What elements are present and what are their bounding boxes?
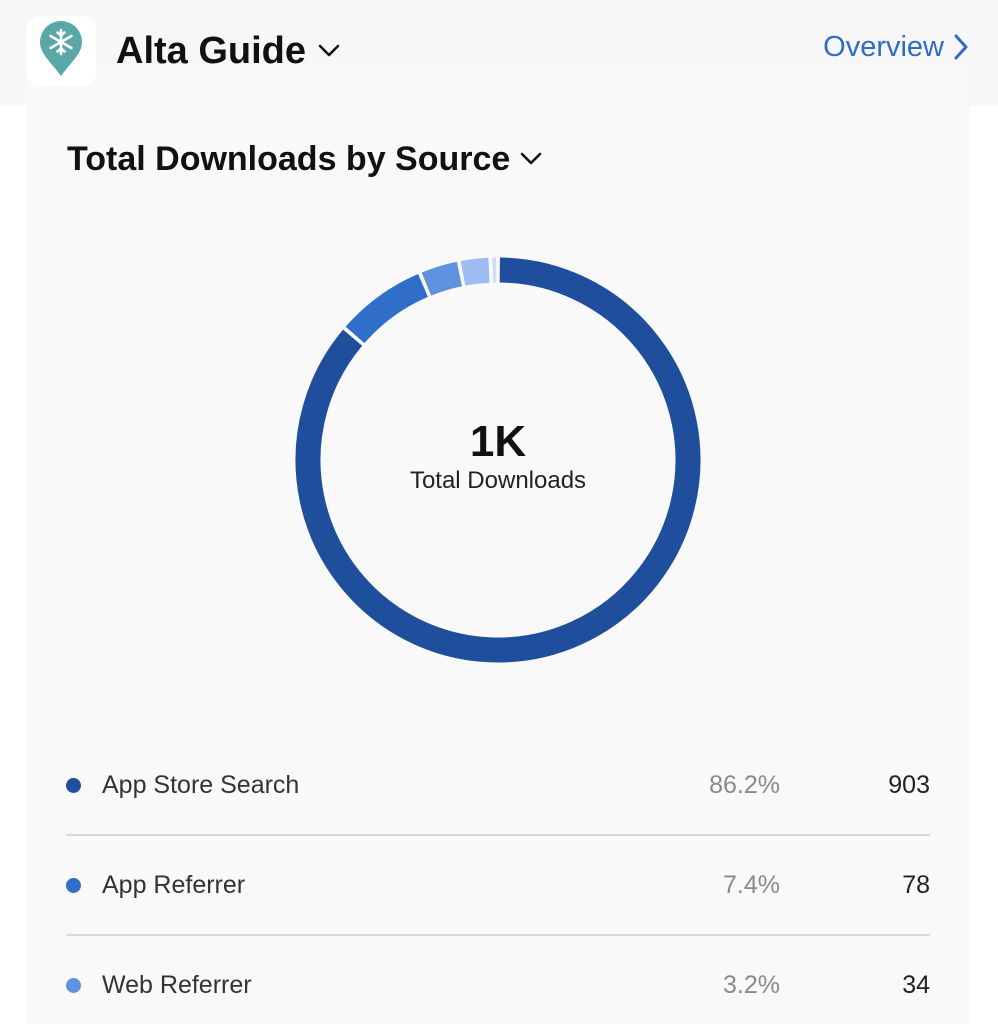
legend-percent: 7.4% xyxy=(723,870,780,900)
legend-dot xyxy=(66,878,81,893)
legend-count: 903 xyxy=(888,770,930,800)
app-name: Alta Guide xyxy=(116,28,306,74)
legend-percent: 3.2% xyxy=(723,970,780,1000)
legend-count: 34 xyxy=(902,970,930,1000)
chart-title-selector[interactable]: Total Downloads by Source xyxy=(67,138,542,180)
legend-count: 78 xyxy=(902,870,930,900)
legend-label: Web Referrer xyxy=(102,970,252,1000)
legend-label: App Referrer xyxy=(102,870,245,900)
legend-label: App Store Search xyxy=(102,770,299,800)
overview-label: Overview xyxy=(823,28,944,66)
donut-slice-web-referrer[interactable] xyxy=(426,274,459,284)
chart-title: Total Downloads by Source xyxy=(67,138,510,180)
app-switcher[interactable]: Alta Guide xyxy=(116,28,340,74)
total-downloads-label: Total Downloads xyxy=(348,466,648,496)
total-downloads-value: 1K xyxy=(398,416,598,468)
legend-dot xyxy=(66,778,81,793)
donut-slice-app-referrer[interactable] xyxy=(355,285,423,334)
app-icon[interactable] xyxy=(26,16,96,86)
legend-row-app-referrer[interactable]: App Referrer 7.4% 78 xyxy=(66,836,930,936)
donut-slice-other-1[interactable] xyxy=(463,270,489,273)
legend-percent: 86.2% xyxy=(709,770,780,800)
overview-link[interactable]: Overview xyxy=(823,28,968,66)
legend-dot xyxy=(66,978,81,993)
chevron-down-icon xyxy=(520,152,542,166)
chevron-down-icon xyxy=(318,44,340,58)
legend-row-app-store-search[interactable]: App Store Search 86.2% 903 xyxy=(66,736,930,836)
legend-row-web-referrer[interactable]: Web Referrer 3.2% 34 xyxy=(66,936,930,1036)
chevron-right-icon xyxy=(954,34,968,60)
map-pin-snowflake-icon xyxy=(26,16,96,86)
